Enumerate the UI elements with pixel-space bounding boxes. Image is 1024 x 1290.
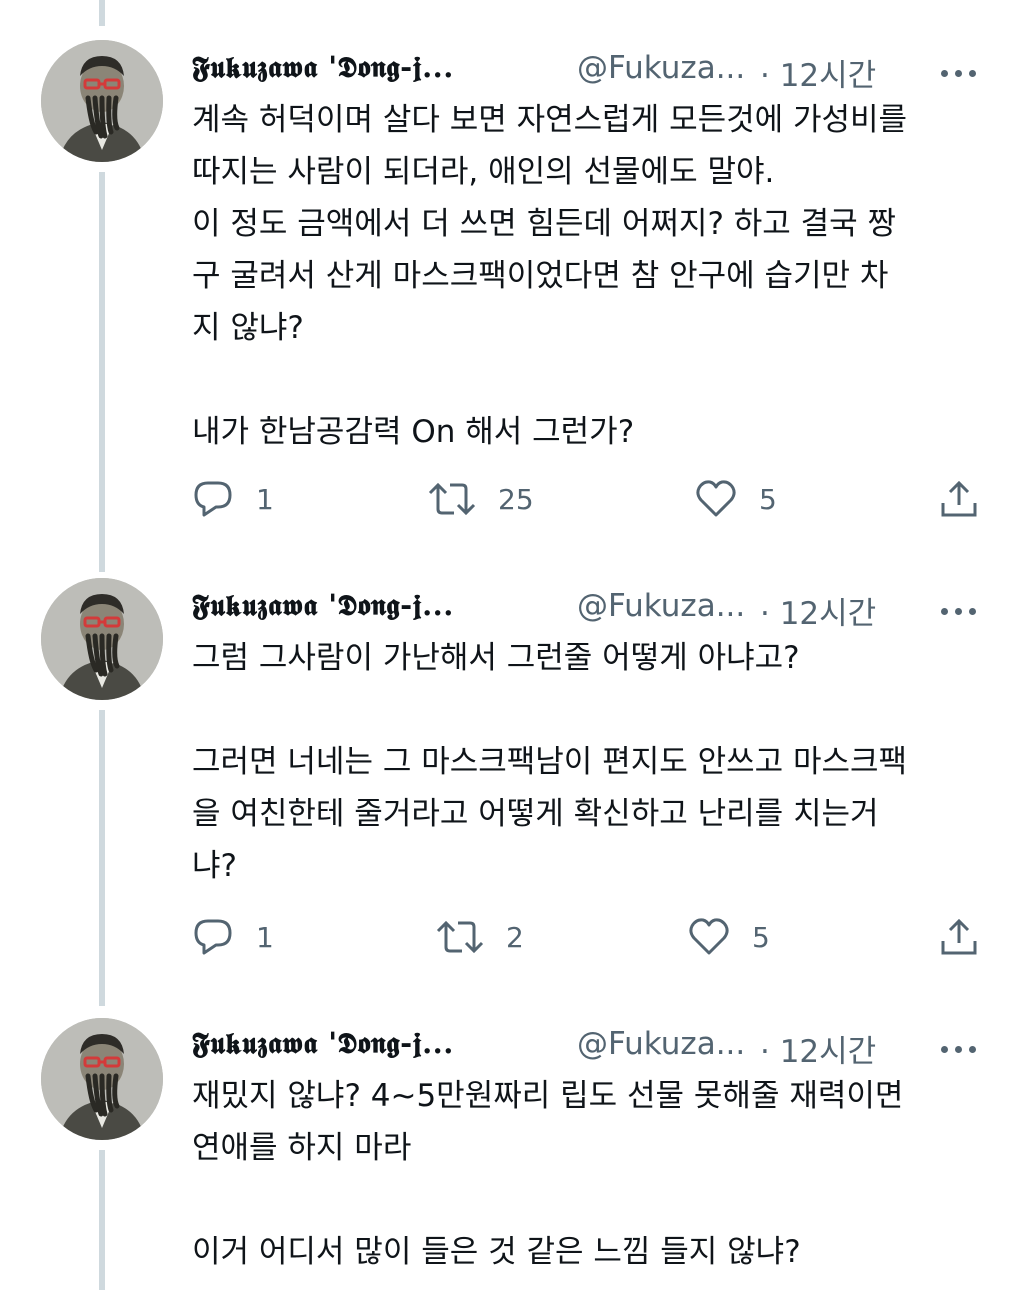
retweet-icon [436, 920, 484, 954]
author-handle[interactable]: @Fukuza... [577, 1026, 745, 1062]
retweet-count: 25 [498, 482, 534, 516]
tweet-text-line: 그럼 그사람이 가난해서 그런줄 어떻게 아냐고? [192, 640, 800, 676]
tweet-text: 그럼 그사람이 가난해서 그런줄 어떻게 아냐고? 그러면 너네는 그 마스크팩… [192, 632, 992, 892]
thread-connector [99, 710, 105, 1006]
timestamp[interactable]: · 12시간 [760, 1026, 876, 1071]
reply-count: 1 [256, 482, 274, 516]
author-name[interactable]: 𝕱𝖚𝖐𝖚𝖟𝖆𝖜𝖆 '𝕯𝖔𝖓𝖌-𝖏... [192, 588, 454, 623]
avatar-portrait [41, 1018, 163, 1140]
share-icon [941, 918, 977, 955]
tweet-text-line: 지 않냐? [192, 310, 304, 346]
avatar-portrait [41, 40, 163, 162]
share-icon [941, 480, 977, 517]
retweet-icon [428, 482, 476, 516]
timestamp[interactable]: · 12시간 [760, 588, 876, 633]
like-button[interactable]: 5 [688, 915, 770, 959]
reply-icon [194, 919, 232, 955]
timestamp[interactable]: · 12시간 [760, 50, 876, 95]
tweet-text-line: 이거 어디서 많이 들은 것 같은 느낌 들지 않냐? [192, 1234, 801, 1270]
share-button[interactable] [940, 477, 978, 521]
tweet-text-line: 연애를 하지 마라 [192, 1130, 412, 1166]
tweet-text-line: 구 굴려서 산게 마스크팩이었다면 참 안구에 습기만 차 [192, 258, 889, 294]
tweet-header: 𝕱𝖚𝖐𝖚𝖟𝖆𝖜𝖆 '𝕯𝖔𝖓𝖌-𝖏... @Fukuza... · 12시간 [192, 586, 992, 632]
more-icon[interactable] [940, 586, 980, 626]
avatar[interactable] [41, 1018, 163, 1140]
avatar[interactable] [41, 40, 163, 162]
more-icon[interactable] [940, 1024, 980, 1064]
heart-icon [689, 918, 729, 955]
reply-count: 1 [256, 920, 274, 954]
author-name[interactable]: 𝕱𝖚𝖐𝖚𝖟𝖆𝖜𝖆 '𝕯𝖔𝖓𝖌-𝖏... [192, 1026, 454, 1061]
tweet-text-line: 따지는 사람이 되더라, 애인의 선물에도 말야. [192, 154, 775, 190]
reply-button[interactable]: 1 [192, 477, 274, 521]
tweet-text-line: 내가 한남공감력 On 해서 그런가? [192, 414, 635, 450]
tweet-header: 𝕱𝖚𝖐𝖚𝖟𝖆𝖜𝖆 '𝕯𝖔𝖓𝖌-𝖏... @Fukuza... · 12시간 [192, 48, 992, 94]
more-icon[interactable] [940, 48, 980, 88]
thread-connector [99, 0, 105, 26]
like-count: 5 [759, 482, 777, 516]
retweet-button[interactable]: 25 [428, 477, 534, 521]
tweet-text-line: 그러면 너네는 그 마스크팩남이 편지도 안쓰고 마스크팩 [192, 744, 908, 780]
tweet-text-line: 재밌지 않냐? 4~5만원짜리 립도 선물 못해줄 재력이면 [192, 1078, 904, 1114]
heart-icon [696, 480, 736, 517]
tweet-actions: 1 25 5 [192, 477, 992, 521]
reply-button[interactable]: 1 [192, 915, 274, 959]
tweet-header: 𝕱𝖚𝖐𝖚𝖟𝖆𝖜𝖆 '𝕯𝖔𝖓𝖌-𝖏... @Fukuza... · 12시간 [192, 1024, 992, 1070]
author-name[interactable]: 𝕱𝖚𝖐𝖚𝖟𝖆𝖜𝖆 '𝕯𝖔𝖓𝖌-𝖏... [192, 50, 454, 85]
author-handle[interactable]: @Fukuza... [577, 50, 745, 86]
thread-connector [99, 172, 105, 572]
retweet-count: 2 [506, 920, 524, 954]
tweet-text: 재밌지 않냐? 4~5만원짜리 립도 선물 못해줄 재력이면 연애를 하지 마라… [192, 1070, 992, 1278]
like-count: 5 [752, 920, 770, 954]
retweet-button[interactable]: 2 [436, 915, 524, 959]
author-handle[interactable]: @Fukuza... [577, 588, 745, 624]
tweet-text-line: 계속 허덕이며 살다 보면 자연스럽게 모든것에 가성비를 [192, 102, 908, 138]
share-button[interactable] [940, 915, 978, 959]
avatar[interactable] [41, 578, 163, 700]
tweet-text: 계속 허덕이며 살다 보면 자연스럽게 모든것에 가성비를 따지는 사람이 되더… [192, 94, 992, 458]
like-button[interactable]: 5 [695, 477, 777, 521]
avatar-portrait [41, 578, 163, 700]
tweet-text-line: 냐? [192, 848, 237, 884]
tweet-text-line: 을 여친한테 줄거라고 어떻게 확신하고 난리를 치는거 [192, 796, 879, 832]
tweet-actions: 1 2 5 [192, 915, 992, 959]
tweet-text-line: 이 정도 금액에서 더 쓰면 힘든데 어쩌지? 하고 결국 짱 [192, 206, 897, 242]
thread-connector [99, 1150, 105, 1290]
reply-icon [194, 481, 232, 517]
